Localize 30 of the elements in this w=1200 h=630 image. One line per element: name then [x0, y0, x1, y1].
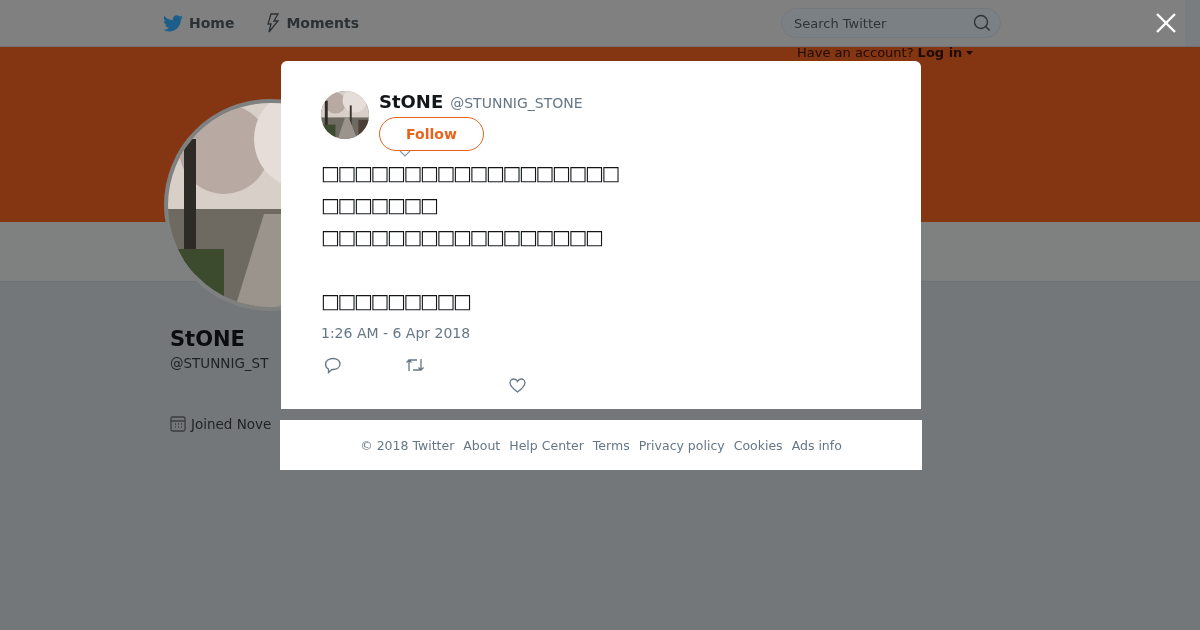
profile-handle: @STUNNIG_ST — [170, 355, 269, 371]
login-prompt: Have an account? — [797, 45, 914, 60]
nav-link[interactable]: Moments — [266, 13, 360, 33]
footer-link[interactable]: Ads info — [791, 437, 842, 453]
footer-link[interactable]: Privacy policy — [638, 437, 725, 453]
author-name: StONE — [379, 91, 444, 112]
scrollbar[interactable] — [1185, 0, 1200, 46]
footer-link[interactable]: Cookies — [733, 437, 783, 453]
footer-link[interactable]: Help Center — [509, 437, 584, 453]
tweet-text: □□□□□□□□□□□□□□□□□□ □□□□□□□ □□□□□□□□□□□□□□□□□ □□□□□□□□□ — [321, 160, 618, 315]
reply-icon[interactable] — [324, 357, 342, 374]
close-icon[interactable] — [1155, 12, 1177, 34]
search-field[interactable]: Search Twitter — [781, 8, 1001, 38]
calendar-icon — [170, 415, 186, 432]
caret-icon[interactable] — [966, 50, 974, 55]
author-handle: @STUNNIG_STONE — [450, 95, 583, 111]
heart-icon[interactable] — [509, 378, 526, 393]
joined-date: Joined Nove — [191, 415, 272, 432]
copyright-text: © 2018 Twitter — [360, 437, 455, 453]
footer-link[interactable]: About — [463, 437, 501, 453]
lightning-icon — [266, 13, 281, 33]
footer-link[interactable]: Terms — [592, 437, 630, 453]
follow-button[interactable]: Follow — [379, 117, 484, 151]
profile-name: StONE — [170, 327, 245, 351]
search-icon — [973, 14, 991, 32]
chevron-icon — [399, 150, 411, 157]
bird-icon — [163, 14, 183, 32]
tweet-timestamp[interactable]: 1:26 AM - 6 Apr 2018 — [321, 325, 881, 341]
nav-link[interactable]: Home — [163, 14, 235, 32]
retweet-icon[interactable] — [405, 357, 425, 373]
